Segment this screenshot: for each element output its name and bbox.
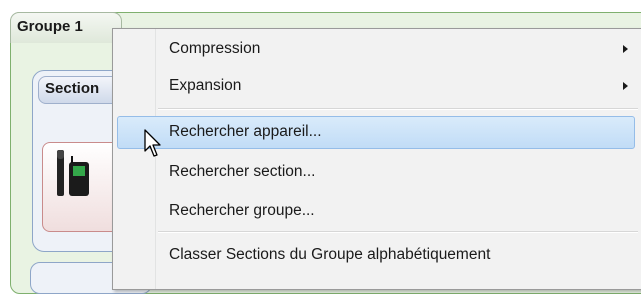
menu-separator	[158, 108, 638, 110]
menu-separator	[158, 231, 638, 233]
menu-item-label: Classer Sections du Groupe alphabétiquem…	[169, 246, 491, 263]
submenu-arrow-icon	[623, 45, 628, 53]
menu-item-rechercher-appareil[interactable]: Rechercher appareil...	[117, 116, 639, 149]
menu-item-label: Compression	[169, 40, 261, 57]
menu-item-label: Rechercher groupe...	[169, 202, 315, 219]
group-title: Groupe 1	[17, 18, 83, 35]
section-title: Section	[45, 80, 100, 97]
menu-item-label: Rechercher appareil...	[169, 123, 322, 140]
context-menu: Compression Expansion Rechercher apparei…	[112, 28, 641, 290]
menu-item-compression[interactable]: Compression	[169, 33, 639, 65]
menu-item-rechercher-section[interactable]: Rechercher section...	[169, 156, 639, 188]
menu-item-rechercher-groupe[interactable]: Rechercher groupe...	[169, 195, 639, 227]
microphone-transmitter-icon	[57, 150, 89, 196]
mouse-pointer-icon	[144, 129, 161, 157]
menu-item-expansion[interactable]: Expansion	[169, 70, 639, 102]
menu-icon-gutter	[113, 29, 156, 289]
menu-item-classer-sections[interactable]: Classer Sections du Groupe alphabétiquem…	[169, 239, 639, 271]
submenu-arrow-icon	[623, 82, 628, 90]
menu-item-label: Expansion	[169, 77, 242, 94]
menu-item-label: Rechercher section...	[169, 163, 316, 180]
